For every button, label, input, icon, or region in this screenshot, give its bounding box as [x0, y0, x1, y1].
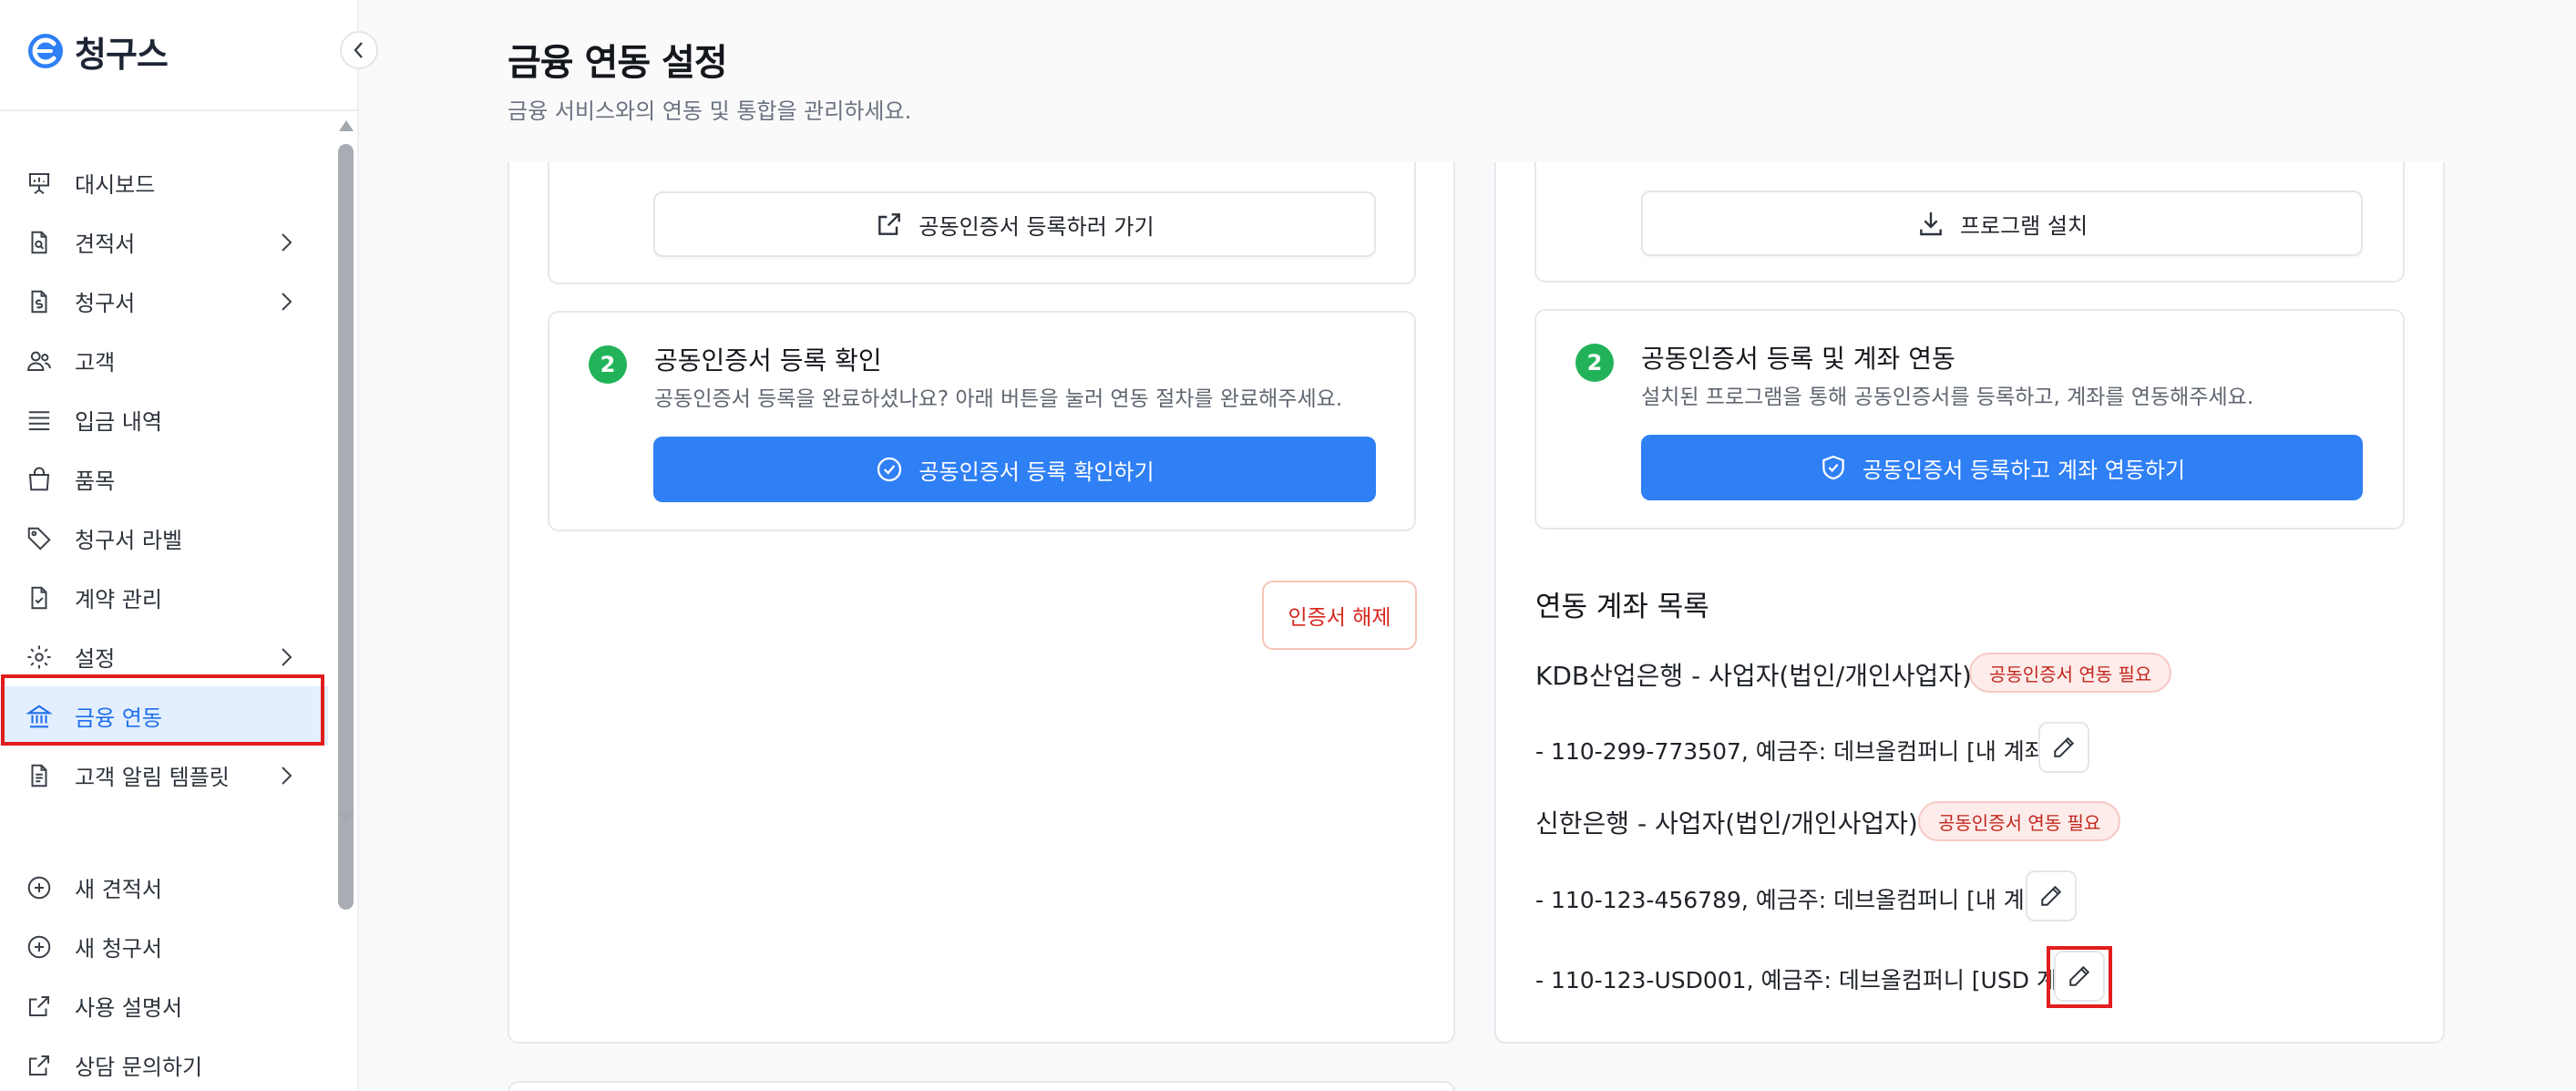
sidebar-nav: 대시보드 견적서 청구서 고객 입금 내역 품목 청구서 라벨 계약 관리 설정…	[0, 153, 328, 805]
page-title: 금융 연동 설정	[508, 42, 728, 84]
new-quote-link[interactable]: 새 견적서	[0, 858, 328, 917]
user-guide-link[interactable]: 사용 설명서	[0, 976, 328, 1035]
step-number-badge: 2	[589, 345, 627, 384]
bank-name-kdb: KDB산업은행 - 사업자(법인/개인사업자)	[1535, 661, 1972, 691]
edit-account-button[interactable]	[2026, 870, 2077, 921]
register-and-link-account-button[interactable]: 공동인증서 등록하고 계좌 연동하기	[1641, 435, 2363, 500]
revoke-certificate-button[interactable]: 인증서 해제	[1262, 581, 1417, 650]
step2-title: 공동인증서 등록 확인	[654, 345, 882, 376]
contact-support-label: 상담 문의하기	[75, 1055, 203, 1080]
bank-icon	[24, 701, 55, 732]
brand-logo-icon	[26, 31, 66, 71]
sidebar-item-settings[interactable]: 설정	[0, 627, 328, 686]
sidebar-item-label: 고객 알림 템플릿	[75, 765, 230, 790]
chevron-right-icon	[275, 290, 297, 314]
sidebar-item-finance[interactable]: 금융 연동	[0, 686, 328, 746]
external-link-icon	[24, 1050, 55, 1081]
sidebar-item-label: 품목	[75, 468, 116, 494]
install-program-button[interactable]: 프로그램 설치	[1641, 190, 2363, 256]
chevron-left-icon	[350, 39, 368, 61]
scroll-thumb[interactable]	[338, 144, 354, 910]
sidebar-scrollbar[interactable]	[335, 117, 355, 910]
register-and-link-account-label: 공동인증서 등록하고 계좌 연동하기	[1862, 457, 2186, 483]
sidebar-bottom-nav: 새 견적서 새 청구서 사용 설명서 상담 문의하기	[0, 858, 328, 1091]
sidebar-item-contracts[interactable]: 계약 관리	[0, 568, 328, 627]
document-dollar-icon	[24, 286, 55, 317]
chevron-right-icon	[275, 231, 297, 254]
chevron-right-icon	[275, 645, 297, 669]
sidebar-item-quotes[interactable]: 견적서	[0, 212, 328, 272]
register-certificate-label: 공동인증서 등록하러 가기	[919, 213, 1155, 240]
sidebar-item-label: 금융 연동	[75, 705, 162, 731]
scroll-up-arrow-icon[interactable]	[339, 120, 354, 131]
step2-description: 공동인증서 등록을 완료하셨나요? 아래 버튼을 눌러 연동 절차를 완료해주세…	[654, 387, 1343, 411]
external-link-icon	[24, 991, 55, 1022]
link-account-step-description: 설치된 프로그램을 통해 공동인증서를 등록하고, 계좌를 연동해주세요.	[1641, 386, 2254, 409]
page-subtitle: 금융 서비스와의 연동 및 통합을 관리하세요.	[508, 98, 912, 124]
sidebar-item-invoices[interactable]: 청구서	[0, 272, 328, 331]
step-number-badge: 2	[1575, 344, 1614, 382]
sidebar-item-label: 계약 관리	[75, 587, 162, 612]
sidebar-item-customers[interactable]: 고객	[0, 331, 328, 390]
next-section-card	[508, 1081, 1455, 1091]
check-circle-icon	[875, 455, 904, 484]
scroll-down-arrow-icon[interactable]	[339, 813, 354, 824]
sidebar-item-label: 대시보드	[75, 172, 156, 198]
user-guide-label: 사용 설명서	[75, 995, 183, 1021]
sidebar-item-notification-templates[interactable]: 고객 알림 템플릿	[0, 746, 328, 805]
linked-accounts-title: 연동 계좌 목록	[1535, 591, 1709, 623]
contact-support-link[interactable]: 상담 문의하기	[0, 1035, 328, 1091]
register-certificate-button[interactable]: 공동인증서 등록하러 가기	[653, 191, 1376, 257]
document-check-icon	[24, 582, 55, 613]
pencil-icon	[2052, 736, 2076, 759]
sidebar-divider	[0, 109, 359, 111]
brand[interactable]: 청구스	[26, 27, 169, 75]
sidebar-item-label: 청구서	[75, 291, 136, 316]
status-badge: 공동인증서 연동 필요	[1969, 653, 2172, 693]
edit-account-button[interactable]	[2054, 951, 2105, 1002]
shield-check-icon	[1819, 453, 1848, 482]
plus-circle-icon	[24, 931, 55, 962]
status-badge: 공동인증서 연동 필요	[1918, 801, 2121, 841]
edit-account-button[interactable]	[2038, 722, 2089, 773]
new-invoice-link[interactable]: 새 청구서	[0, 917, 328, 976]
external-link-icon	[875, 210, 904, 239]
link-account-step-title: 공동인증서 등록 및 계좌 연동	[1641, 344, 1955, 374]
sidebar: 청구스 대시보드 견적서 청구서 고객 입금 내역 품목 청구서 라벨 계약 관…	[0, 0, 359, 1091]
brand-name: 청구스	[75, 34, 169, 75]
sidebar-collapse-button[interactable]	[340, 31, 378, 69]
plus-circle-icon	[24, 872, 55, 903]
sidebar-item-payments[interactable]: 입금 내역	[0, 390, 328, 449]
sidebar-item-label: 입금 내역	[75, 409, 162, 435]
confirm-certificate-button[interactable]: 공동인증서 등록 확인하기	[653, 437, 1376, 502]
install-program-label: 프로그램 설치	[1959, 212, 2089, 239]
tag-icon	[24, 523, 55, 554]
account-row: - 110-299-773507, 예금주: 데브올컴퍼니 [내 계좌2]	[1535, 738, 2069, 765]
sidebar-item-label: 청구서 라벨	[75, 528, 183, 553]
account-row: - 110-123-456789, 예금주: 데브올컴퍼니 [내 계좌]	[1535, 887, 2055, 913]
account-row: - 110-123-USD001, 예금주: 데브올컴퍼니 [USD 계좌]	[1535, 967, 2088, 993]
pencil-icon	[2039, 884, 2063, 908]
sidebar-item-products[interactable]: 품목	[0, 449, 328, 509]
bank-name-shinhan: 신한은행 - 사업자(법인/개인사업자)	[1535, 808, 1918, 839]
download-icon	[1916, 209, 1945, 238]
sidebar-item-label: 고객	[75, 350, 116, 376]
users-icon	[24, 345, 55, 376]
sidebar-item-label: 설정	[75, 646, 116, 672]
new-invoice-label: 새 청구서	[75, 936, 162, 962]
presentation-chart-icon	[24, 168, 55, 199]
new-quote-label: 새 견적서	[75, 877, 162, 902]
confirm-certificate-label: 공동인증서 등록 확인하기	[919, 458, 1155, 485]
gear-icon	[24, 642, 55, 673]
sidebar-item-label: 견적서	[75, 232, 136, 257]
shopping-bag-icon	[24, 464, 55, 495]
page-header: 금융 연동 설정 금융 서비스와의 연동 및 통합을 관리하세요.	[359, 0, 2576, 162]
list-icon	[24, 405, 55, 436]
sidebar-item-dashboard[interactable]: 대시보드	[0, 153, 328, 212]
pencil-icon	[2068, 964, 2091, 988]
document-text-icon	[24, 760, 55, 791]
chevron-right-icon	[275, 764, 297, 787]
sidebar-item-invoice-labels[interactable]: 청구서 라벨	[0, 509, 328, 568]
document-search-icon	[24, 227, 55, 258]
